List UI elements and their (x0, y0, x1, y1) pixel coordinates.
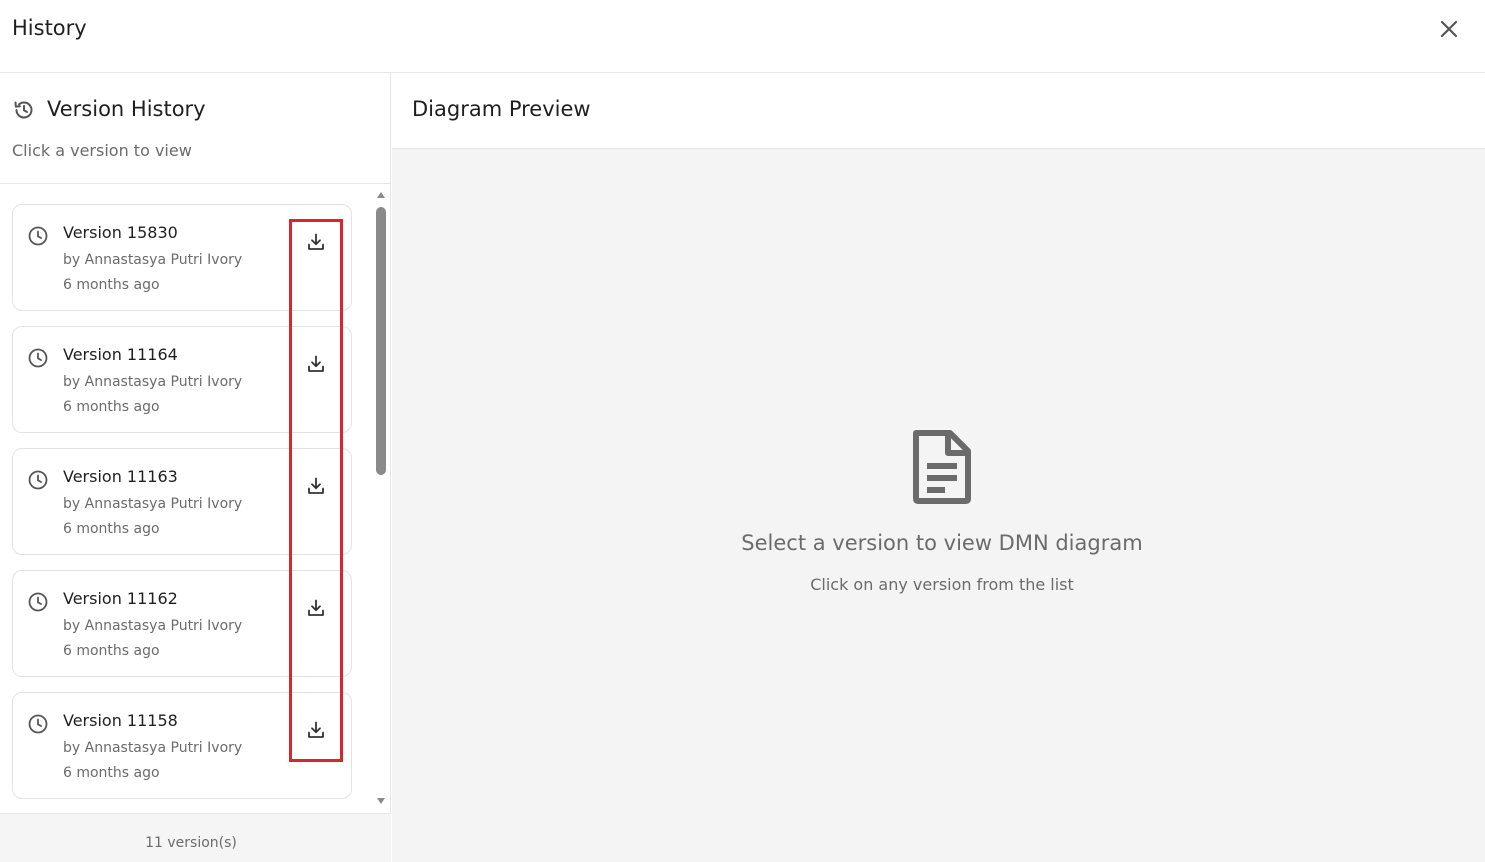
version-label: Version 11162 (63, 589, 178, 608)
download-icon (308, 233, 324, 250)
version-history-title: Version History (47, 97, 206, 121)
version-time: 6 months ago (63, 765, 160, 781)
history-icon (14, 101, 33, 119)
version-card[interactable]: Version 11164 by Annastasya Putri Ivory … (12, 326, 352, 433)
version-list-scrollbar[interactable] (373, 190, 389, 811)
document-icon (913, 430, 971, 504)
version-time: 6 months ago (63, 277, 160, 293)
version-card[interactable]: Version 11163 by Annastasya Putri Ivory … (12, 448, 352, 555)
download-icon (308, 477, 324, 494)
version-count: 11 version(s) (145, 835, 237, 851)
download-button[interactable] (303, 595, 329, 621)
clock-icon (28, 592, 48, 612)
version-author: by Annastasya Putri Ivory (63, 252, 243, 268)
version-label: Version 15830 (63, 223, 178, 242)
version-card[interactable]: Version 11162 by Annastasya Putri Ivory … (12, 570, 352, 677)
clock-icon (28, 226, 48, 246)
clock-icon (28, 714, 48, 734)
version-time: 6 months ago (63, 643, 160, 659)
close-button[interactable] (1437, 17, 1461, 41)
version-card[interactable]: Version 11158 by Annastasya Putri Ivory … (12, 692, 352, 799)
version-time: 6 months ago (63, 399, 160, 415)
version-author: by Annastasya Putri Ivory (63, 374, 243, 390)
history-dialog: History Version History Click a version … (0, 0, 1485, 862)
clock-icon (28, 470, 48, 490)
diagram-preview-header: Diagram Preview (392, 73, 1485, 149)
version-label: Version 11158 (63, 711, 178, 730)
version-history-subtitle: Click a version to view (12, 141, 192, 160)
empty-state-subtitle: Click on any version from the list (810, 575, 1074, 594)
version-author: by Annastasya Putri Ivory (63, 740, 243, 756)
scroll-up-arrow-icon[interactable] (376, 190, 386, 200)
version-label: Version 11163 (63, 467, 178, 486)
diagram-preview-title: Diagram Preview (412, 97, 591, 121)
download-icon (308, 721, 324, 738)
version-history-header: Version History Click a version to view (0, 73, 391, 184)
download-button[interactable] (303, 473, 329, 499)
download-icon (308, 355, 324, 372)
version-author: by Annastasya Putri Ivory (63, 496, 243, 512)
empty-state-title: Select a version to view DMN diagram (741, 531, 1143, 555)
diagram-preview-panel: Diagram Preview Select a version to view… (392, 73, 1485, 862)
download-icon (308, 599, 324, 616)
clock-icon (28, 348, 48, 368)
version-time: 6 months ago (63, 521, 160, 537)
version-list[interactable]: Version 15830 by Annastasya Putri Ivory … (0, 184, 391, 813)
close-icon (1440, 20, 1458, 38)
download-button[interactable] (303, 229, 329, 255)
version-author: by Annastasya Putri Ivory (63, 618, 243, 634)
download-button[interactable] (303, 351, 329, 377)
scrollbar-thumb[interactable] (376, 207, 386, 475)
version-history-panel: Version History Click a version to view … (0, 73, 391, 862)
download-button[interactable] (303, 717, 329, 743)
version-card[interactable]: Version 15830 by Annastasya Putri Ivory … (12, 204, 352, 311)
dialog-header: History (0, 0, 1485, 73)
version-label: Version 11164 (63, 345, 178, 364)
dialog-title: History (12, 16, 87, 40)
scroll-down-arrow-icon[interactable] (376, 796, 386, 806)
version-count-footer: 11 version(s) (0, 813, 391, 862)
